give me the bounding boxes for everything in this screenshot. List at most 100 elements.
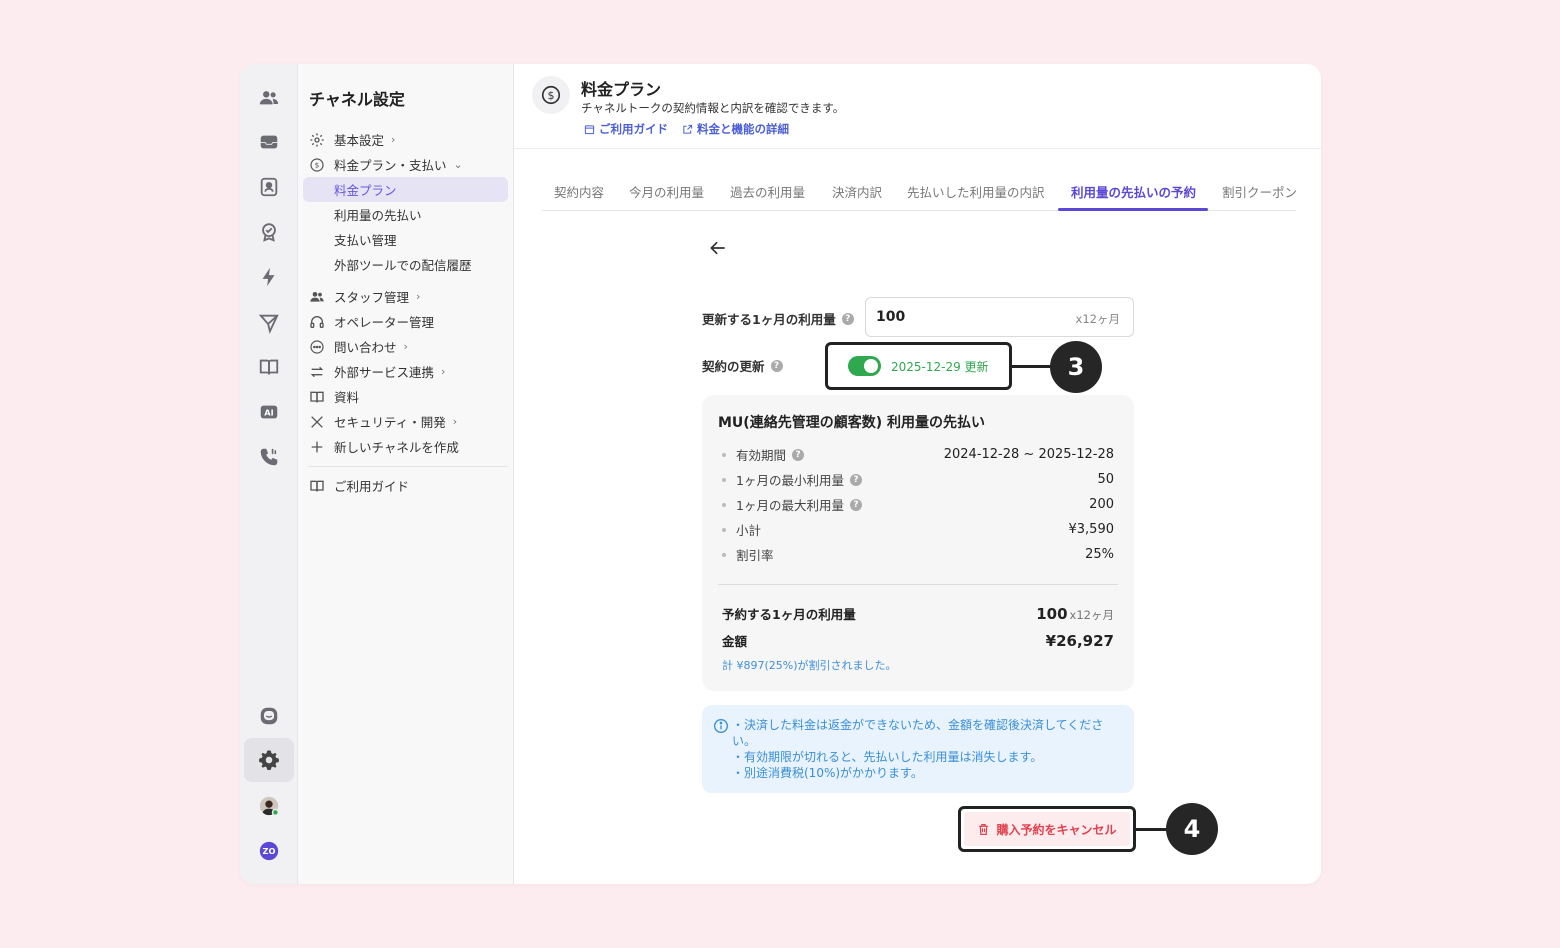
help-icon[interactable]: ? <box>849 473 862 486</box>
chevron-right-icon: › <box>452 415 458 428</box>
tab-prepaid-reservation[interactable]: 利用量の先払いの予約 <box>1071 182 1196 201</box>
help-icon[interactable]: ? <box>841 312 854 325</box>
chevron-down-icon: ⌄ <box>453 158 463 171</box>
usage-input[interactable]: 100 x12ヶ月 <box>865 297 1134 337</box>
sidebar-item-new-channel[interactable]: 新しいチャネルを作成 <box>303 434 508 459</box>
sidebar-item-payment[interactable]: 支払い管理 <box>303 227 508 252</box>
settings-gear-icon[interactable] <box>244 738 294 782</box>
help-icon[interactable]: ? <box>849 498 862 511</box>
summary-row-subtotal: 小計 ¥3,590 <box>722 517 1114 542</box>
renewal-toggle[interactable] <box>848 356 881 376</box>
workspace-logo[interactable]: ZO <box>244 829 294 873</box>
sidebar-item-operator[interactable]: オペレーター管理 <box>303 309 508 334</box>
sidebar-item-basic-settings[interactable]: 基本設定 › <box>303 127 508 152</box>
book-icon <box>308 477 326 495</box>
icon-rail: AI ZO <box>240 64 298 884</box>
svg-text:AI: AI <box>264 408 273 418</box>
tools-icon <box>308 413 326 431</box>
pricing-details-link[interactable]: 料金と機能の詳細 <box>682 121 789 137</box>
header-divider <box>514 148 1321 149</box>
users-icon[interactable] <box>244 76 294 120</box>
page-description: チャネルトークの契約情報と内訳を確認できます。 <box>581 101 845 115</box>
cancel-button-highlight: 購入予約をキャンセル <box>958 806 1136 852</box>
renewal-toggle-highlight: 2025-12-29 更新 <box>825 342 1012 390</box>
sidebar-item-security[interactable]: セキュリティ・開発 › <box>303 409 508 434</box>
help-icon[interactable]: ? <box>792 448 805 461</box>
inbox-icon[interactable] <box>244 120 294 164</box>
usage-input-suffix: x12ヶ月 <box>1075 312 1120 326</box>
cancel-reservation-button[interactable]: 購入予約をキャンセル <box>964 812 1130 846</box>
app-window: AI ZO チャネル設定 基本設定 › $ 料金プラン・支払い ⌄ 料金プラン … <box>240 64 1321 884</box>
plus-icon <box>308 438 326 456</box>
sidebar-item-integrations[interactable]: 外部サービス連携 › <box>303 359 508 384</box>
phone-icon[interactable] <box>244 435 294 479</box>
notice-text: ・決済した料金は返金ができないため、金額を確認後決済してください。 ・有効期限が… <box>732 718 1104 780</box>
dollar-circle-icon: $ <box>532 76 570 114</box>
tab-payment-details[interactable]: 決済内訳 <box>832 182 882 201</box>
chevron-right-icon: › <box>403 340 408 353</box>
svg-text:ZO: ZO <box>263 846 276 856</box>
svg-text:$: $ <box>315 160 320 169</box>
notice-box: ・決済した料金は返金ができないため、金額を確認後決済してください。 ・有効期限が… <box>702 705 1134 793</box>
callout-connector <box>1012 365 1052 368</box>
users-icon <box>308 288 326 306</box>
tab-prepaid-breakdown[interactable]: 先払いした利用量の内訳 <box>907 182 1045 201</box>
summary-divider <box>718 584 1118 585</box>
usage-field-label: 更新する1ヶ月の利用量 ? <box>702 309 854 328</box>
sidebar-nav: 基本設定 › $ 料金プラン・支払い ⌄ 料金プラン 利用量の先払い 支払い管理… <box>303 127 508 498</box>
help-icon[interactable]: ? <box>770 359 783 372</box>
summary-row-period: 有効期間? 2024-12-28 ~ 2025-12-28 <box>722 442 1114 467</box>
gear-icon <box>308 131 326 149</box>
tab-coupon[interactable]: 割引クーポン <box>1222 182 1297 201</box>
contact-icon[interactable] <box>244 165 294 209</box>
trash-icon <box>979 823 989 835</box>
info-icon <box>714 719 728 733</box>
summary-title: MU(連絡先管理の顧客数) 利用量の先払い <box>718 415 985 431</box>
chat-bubble-icon[interactable] <box>244 694 294 738</box>
sidebar-item-docs[interactable]: 資料 <box>303 384 508 409</box>
sidebar-item-guide[interactable]: ご利用ガイド <box>303 473 508 498</box>
sidebar-item-billing[interactable]: $ 料金プラン・支払い ⌄ <box>303 152 508 177</box>
tab-bar: 契約内容 今月の利用量 過去の利用量 決済内訳 先払いした利用量の内訳 利用量の… <box>542 174 1297 211</box>
chat-dots-icon <box>308 338 326 356</box>
summary-row-min: 1ヶ月の最小利用量? 50 <box>722 467 1114 492</box>
badge-check-icon[interactable] <box>244 210 294 254</box>
sidebar-title: チャネル設定 <box>309 90 405 109</box>
usage-input-value: 100 <box>876 309 906 325</box>
ai-icon[interactable]: AI <box>244 390 294 434</box>
tab-past-usage[interactable]: 過去の利用量 <box>730 182 805 201</box>
main-content: $ 料金プラン チャネルトークの契約情報と内訳を確認できます。 ご利用ガイド 料… <box>514 64 1321 884</box>
discount-note: 計 ¥897(25%)が割引されました。 <box>722 659 897 672</box>
dollar-circle-icon: $ <box>308 156 326 174</box>
chevron-right-icon: › <box>416 290 421 303</box>
guide-link[interactable]: ご利用ガイド <box>584 121 668 137</box>
prepaid-summary-card: MU(連絡先管理の顧客数) 利用量の先払い 有効期間? 2024-12-28 ~ … <box>702 395 1134 691</box>
summary-rows: 有効期間? 2024-12-28 ~ 2025-12-28 1ヶ月の最小利用量? 5… <box>722 442 1114 567</box>
sidebar-item-external-history[interactable]: 外部ツールでの配信履歴 <box>303 252 508 277</box>
book-icon[interactable] <box>244 345 294 389</box>
lightning-icon[interactable] <box>244 255 294 299</box>
renewal-label: 契約の更新 ? <box>702 356 783 375</box>
user-avatar[interactable] <box>244 784 294 828</box>
external-link-icon <box>683 124 693 134</box>
tab-contract[interactable]: 契約内容 <box>554 182 604 201</box>
back-arrow-icon[interactable] <box>708 238 728 258</box>
sidebar-item-plan[interactable]: 料金プラン <box>303 177 508 202</box>
tab-this-month[interactable]: 今月の利用量 <box>629 182 704 201</box>
summary-row-max: 1ヶ月の最大利用量? 200 <box>722 492 1114 517</box>
chevron-right-icon: › <box>441 365 446 378</box>
chevron-right-icon: › <box>391 133 396 146</box>
sidebar-item-staff[interactable]: スタッフ管理 › <box>303 284 508 309</box>
header-links: ご利用ガイド 料金と機能の詳細 <box>584 121 789 137</box>
page-title: 料金プラン <box>581 80 662 99</box>
callout-connector <box>1136 828 1168 831</box>
send-icon[interactable] <box>244 301 294 345</box>
sidebar-item-inquiry[interactable]: 問い合わせ › <box>303 334 508 359</box>
svg-text:$: $ <box>548 89 555 102</box>
sidebar-item-prepaid[interactable]: 利用量の先払い <box>303 202 508 227</box>
reserve-usage-row: 予約する1ヶ月の利用量 100 x12ヶ月 <box>722 605 1114 623</box>
callout-badge-3: 3 <box>1050 341 1102 393</box>
arrows-swap-icon <box>308 363 326 381</box>
sidebar-divider <box>308 466 508 467</box>
renewal-date-text: 2025-12-29 更新 <box>891 359 989 374</box>
